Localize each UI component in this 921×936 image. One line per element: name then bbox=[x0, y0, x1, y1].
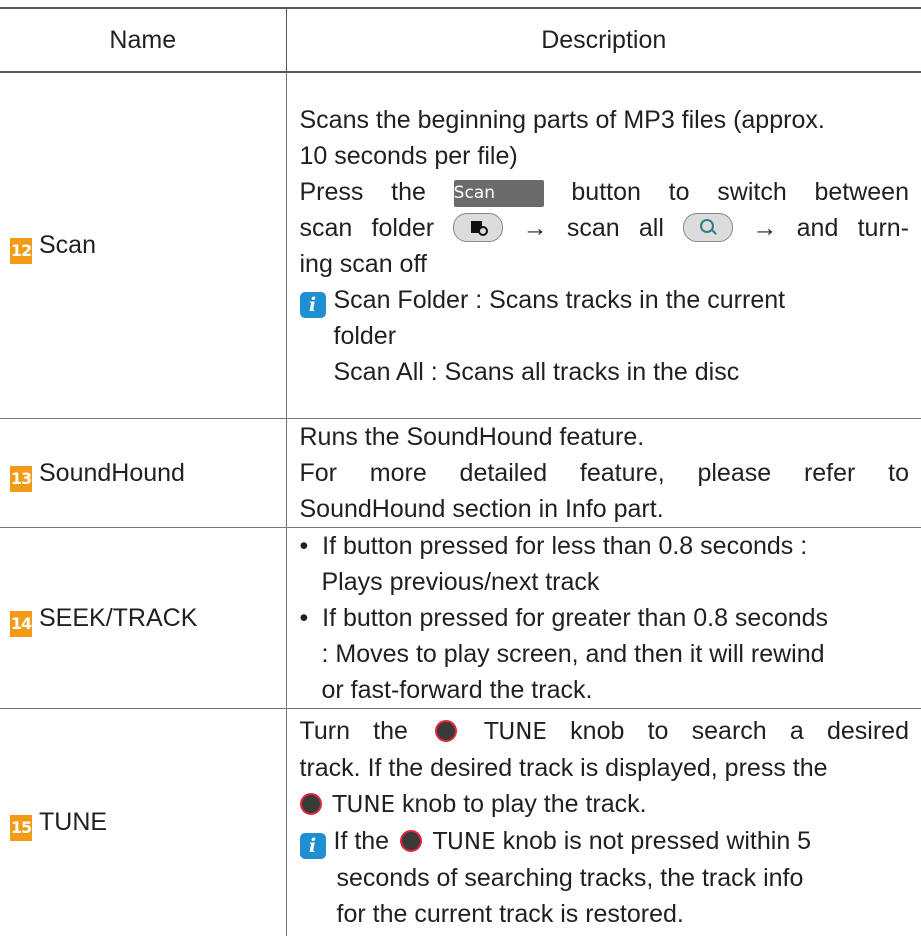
item-number-badge: 14 bbox=[10, 611, 32, 637]
desc-line: ing scan off bbox=[300, 246, 910, 282]
table-row-scan: 12 Scan Scans the beginning parts of MP3 … bbox=[0, 72, 921, 419]
header-description: Description bbox=[286, 8, 921, 72]
scan-button-graphic: Scan bbox=[454, 180, 544, 207]
table-row-tune: 15 TUNE Turn the TUNE knob to search a de… bbox=[0, 709, 921, 936]
desc-line: Runs the SoundHound feature. bbox=[300, 419, 910, 455]
item-number-badge: 12 bbox=[10, 238, 32, 264]
row-description-cell: Runs the SoundHound feature. For more de… bbox=[286, 419, 921, 528]
row-description-cell: Scans the beginning parts of MP3 files (… bbox=[286, 72, 921, 419]
table-row-seek-track: 14 SEEK/TRACK • If button pressed for les… bbox=[0, 528, 921, 709]
bullet-line: or fast-forward the track. bbox=[300, 672, 910, 708]
item-number-badge: 15 bbox=[10, 815, 32, 841]
note-line: iIf the TUNE knob is not pressed within … bbox=[300, 823, 910, 860]
bullet-line: • If button pressed for less than 0.8 se… bbox=[300, 528, 910, 564]
table-row-soundhound: 13 SoundHound Runs the SoundHound feature… bbox=[0, 419, 921, 528]
note-line: folder bbox=[300, 318, 910, 354]
desc-line: Scans the beginning parts of MP3 files (… bbox=[300, 102, 910, 138]
desc-line: For more detailed feature, please refer … bbox=[300, 455, 910, 491]
item-name: SEEK/TRACK bbox=[39, 604, 197, 632]
desc-line: TUNE knob to play the track. bbox=[300, 786, 910, 823]
item-name: TUNE bbox=[39, 808, 107, 836]
desc-line: Turn the TUNE knob to search a desired bbox=[300, 713, 910, 750]
bullet-line: • If button pressed for greater than 0.8… bbox=[300, 600, 910, 636]
tune-knob-icon bbox=[300, 793, 322, 815]
desc-line: Press the Scan button to switch between bbox=[300, 174, 910, 210]
tune-knob-icon bbox=[400, 830, 422, 852]
info-icon: i bbox=[300, 292, 326, 318]
feature-table: Name Description 12 Scan Scans the beginn… bbox=[0, 7, 921, 936]
row-name-cell: 15 TUNE bbox=[0, 709, 286, 936]
note-line: seconds of searching tracks, the track i… bbox=[300, 860, 910, 896]
header-name: Name bbox=[0, 8, 286, 72]
desc-line: track. If the desired track is displayed… bbox=[300, 750, 910, 786]
info-icon: i bbox=[300, 833, 326, 859]
row-description-cell: Turn the TUNE knob to search a desired t… bbox=[286, 709, 921, 936]
scan-folder-icon bbox=[453, 213, 503, 242]
bullet-line: : Moves to play screen, and then it will… bbox=[300, 636, 910, 672]
note-line: Scan All : Scans all tracks in the disc bbox=[300, 354, 910, 390]
desc-line: 10 seconds per file) bbox=[300, 138, 910, 174]
desc-line: SoundHound section in Info part. bbox=[300, 491, 910, 527]
note-line: iScan Folder : Scans tracks in the curre… bbox=[300, 282, 910, 318]
row-name-cell: 12 Scan bbox=[0, 72, 286, 419]
row-name-cell: 14 SEEK/TRACK bbox=[0, 528, 286, 709]
note-line: for the current track is restored. bbox=[300, 896, 910, 932]
desc-line: scan folder → scan all → and turn- bbox=[300, 210, 910, 246]
table-header-row: Name Description bbox=[0, 8, 921, 72]
bullet-line: Plays previous/next track bbox=[300, 564, 910, 600]
item-number-badge: 13 bbox=[10, 466, 32, 492]
item-name: Scan bbox=[39, 231, 96, 259]
row-name-cell: 13 SoundHound bbox=[0, 419, 286, 528]
item-name: SoundHound bbox=[39, 459, 185, 487]
tune-knob-icon bbox=[435, 720, 457, 742]
scan-all-icon bbox=[683, 213, 733, 242]
row-description-cell: • If button pressed for less than 0.8 se… bbox=[286, 528, 921, 709]
